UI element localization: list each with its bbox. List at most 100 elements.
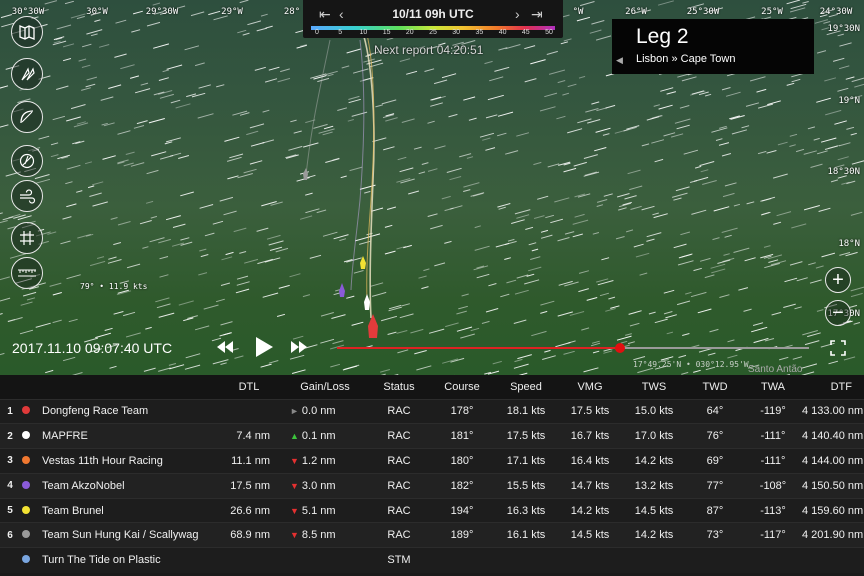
ruler-button[interactable] xyxy=(11,257,43,289)
gain-cell: ▼ 3.0 nm xyxy=(282,472,368,499)
vmg-cell: 17.5 kts xyxy=(558,398,622,424)
course-cell: 180° xyxy=(430,448,494,474)
rank: 6 xyxy=(0,522,20,548)
course-cell: 178° xyxy=(430,398,494,424)
longitude-label: 24°30W xyxy=(819,7,853,17)
longitude-label: 25°30W xyxy=(686,7,720,17)
laylines-button[interactable] xyxy=(11,101,43,133)
leaderboard-row[interactable]: 6 Team Sun Hung Kai / Scallywag 68.9 nm ▼ 8.… xyxy=(0,522,864,548)
wind-scale-value: 35 xyxy=(475,29,484,36)
tws-cell: 14.2 kts xyxy=(622,448,686,474)
rank xyxy=(0,547,20,573)
course-cell xyxy=(430,547,494,573)
collapse-arrow-icon[interactable]: ◀ xyxy=(616,55,623,66)
team-cell: Team AkzoNobel xyxy=(20,472,216,499)
leaderboard-row[interactable]: 2 MAPFRE 7.4 nm ▲ 0.1 nm RAC 181° 17.5 kts 16.7 … xyxy=(0,423,864,449)
playback-timeline[interactable] xyxy=(337,343,809,353)
zoom-out-button[interactable]: − xyxy=(825,300,851,326)
wind-scale-value: 0 xyxy=(315,29,319,36)
wind-icon xyxy=(20,189,36,204)
course-cell: 189° xyxy=(430,522,494,548)
team-name: Team Sun Hung Kai / Scallywag xyxy=(42,529,199,542)
next-report-icon[interactable]: › xyxy=(515,6,520,22)
play-button[interactable] xyxy=(254,336,274,363)
loss-down-icon: ▼ xyxy=(290,480,299,491)
team-cell: Team Brunel xyxy=(20,497,216,523)
gain-cell: ▲ 0.1 nm xyxy=(282,423,368,449)
rank: 1 xyxy=(0,398,20,424)
team-color-dot xyxy=(22,530,30,539)
leaderboard-row[interactable]: Turn The Tide on Plastic STM xyxy=(0,547,864,573)
playback-datetime: 2017.11.10 09:07:40 UTC xyxy=(12,340,173,356)
speed-cell: 16.3 kts xyxy=(494,497,558,523)
leaderboard: DTL Gain/Loss Status Course Speed VMG TWS TWD TW… xyxy=(0,375,864,576)
time-navigator: ⇤ ‹ 10/11 09h UTC › ⇥ 0 5 10 15 20 25 30 35 40 45… xyxy=(303,0,563,38)
status-cell: RAC xyxy=(368,398,430,424)
twa-cell: -108° xyxy=(744,472,802,499)
team-name: Dongfeng Race Team xyxy=(42,405,149,418)
wind-scale-value: 25 xyxy=(429,29,437,36)
map-book-button[interactable] xyxy=(11,16,43,48)
column-header[interactable] xyxy=(0,375,20,399)
dtf-cell: 4 133.00 nm xyxy=(802,398,864,424)
wind-scale-value: 50 xyxy=(545,29,553,36)
gain-cell xyxy=(282,547,368,573)
column-header[interactable] xyxy=(20,375,216,399)
dtf-cell: 4 140.40 nm xyxy=(802,423,864,449)
fast-forward-icon xyxy=(291,341,307,353)
speed-cell: 17.1 kts xyxy=(494,448,558,474)
column-header[interactable]: DTF xyxy=(802,375,864,399)
leaderboard-row[interactable]: 5 Team Brunel 26.6 nm ▼ 5.1 nm RAC 194° 16.3 kt… xyxy=(0,497,864,523)
boats-icon xyxy=(21,67,35,81)
column-header[interactable]: TWS xyxy=(622,375,686,399)
fast-forward-button[interactable] xyxy=(290,339,308,360)
leaderboard-row[interactable]: 1 Dongfeng Race Team ► 0.0 nm RAC 178° 18.1 kt… xyxy=(0,398,864,424)
zoom-in-button[interactable]: + xyxy=(825,267,851,293)
wind-button[interactable] xyxy=(11,180,43,212)
no-change-icon: ► xyxy=(290,406,299,417)
dtf-cell: 4 159.60 nm xyxy=(802,497,864,523)
tws-cell: 13.2 kts xyxy=(622,472,686,499)
plus-icon: + xyxy=(832,269,844,291)
team-name: Team AkzoNobel xyxy=(42,479,125,492)
team-cell: Team Sun Hung Kai / Scallywag xyxy=(20,522,216,548)
playback-progress xyxy=(337,347,621,349)
fullscreen-icon[interactable] xyxy=(830,340,846,356)
column-header[interactable]: TWA xyxy=(744,375,802,399)
loss-down-icon: ▼ xyxy=(290,530,299,541)
column-header[interactable]: Status xyxy=(368,375,430,399)
latitude-label: 18°30N xyxy=(827,167,860,177)
column-header[interactable]: Gain/Loss xyxy=(282,375,368,399)
gain-cell: ► 0.0 nm xyxy=(282,398,368,424)
boat-brunel xyxy=(360,256,366,269)
course-cell: 194° xyxy=(430,497,494,523)
column-header[interactable]: VMG xyxy=(558,375,622,399)
loss-down-icon: ▼ xyxy=(290,455,299,466)
dtl-cell: 68.9 nm xyxy=(216,522,282,548)
wind-scale-value: 30 xyxy=(452,29,461,36)
longitude-label: 29°30W xyxy=(145,7,179,17)
twd-cell: 77° xyxy=(686,472,744,499)
race-map[interactable]: 30°30W 30°W 29°30W 29°W 28° °W 26°W 25°30W 25°W 2… xyxy=(0,0,864,375)
rewind-button[interactable] xyxy=(216,339,234,360)
column-header[interactable]: TWD xyxy=(686,375,744,399)
last-report-icon[interactable]: ⇥ xyxy=(531,6,543,23)
grid-button[interactable] xyxy=(11,222,43,254)
column-header[interactable]: Speed xyxy=(494,375,558,399)
leaderboard-row[interactable]: 4 Team AkzoNobel 17.5 nm ▼ 3.0 nm RAC 182° 15.5… xyxy=(0,472,864,499)
column-header[interactable]: Course xyxy=(430,375,494,399)
team-name: Turn The Tide on Plastic xyxy=(42,554,161,567)
tws-cell: 14.5 kts xyxy=(622,497,686,523)
sails-button[interactable] xyxy=(11,145,43,177)
tws-cell: 17.0 kts xyxy=(622,423,686,449)
dtl-cell: 26.6 nm xyxy=(216,497,282,523)
status-cell: RAC xyxy=(368,522,430,548)
twd-cell: 64° xyxy=(686,398,744,424)
longitude-label: 30°W xyxy=(86,7,108,17)
leaderboard-row[interactable]: 3 Vestas 11th Hour Racing 11.1 nm ▼ 1.2 nm RA… xyxy=(0,448,864,474)
column-header[interactable]: DTL xyxy=(216,375,282,399)
boats-button[interactable] xyxy=(11,58,43,90)
wind-scale-value: 20 xyxy=(405,29,414,36)
vmg-cell: 14.2 kts xyxy=(558,497,622,523)
boat-dongfeng xyxy=(368,314,378,338)
